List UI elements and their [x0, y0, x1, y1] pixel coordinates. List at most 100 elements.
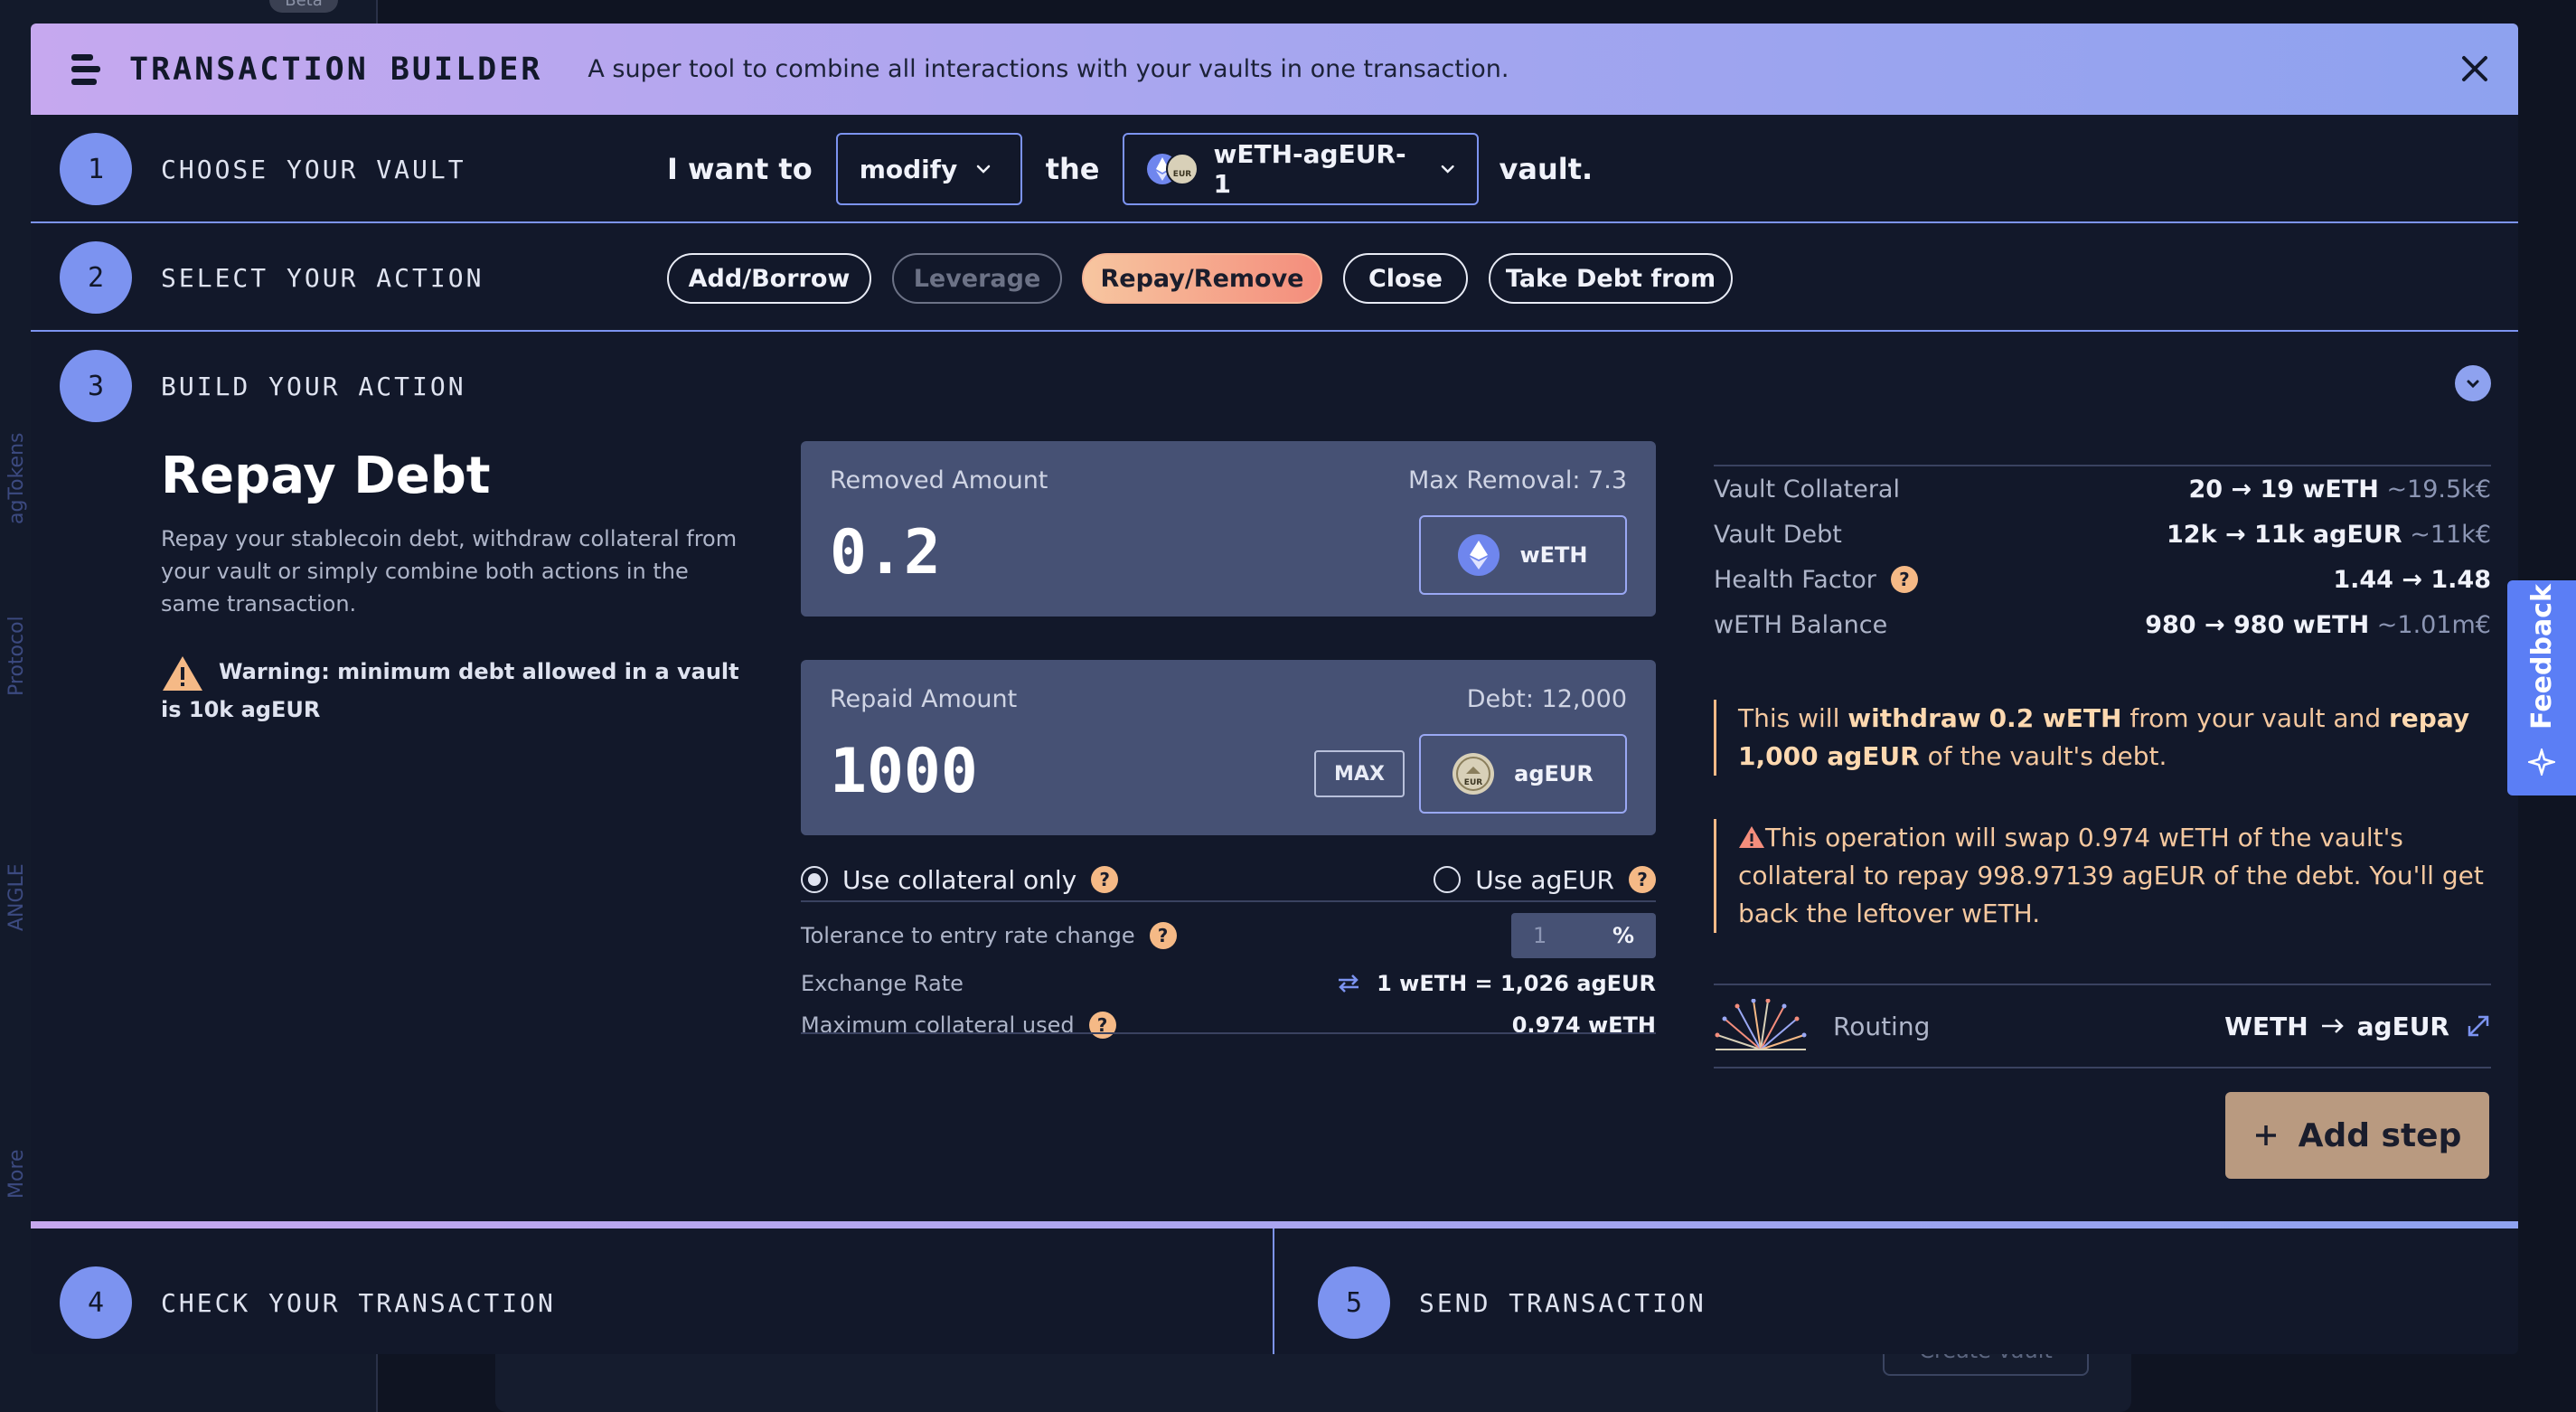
- collateral-only-radio[interactable]: [801, 866, 828, 893]
- action-take-debt[interactable]: Take Debt from: [1489, 253, 1733, 304]
- repaid-amount-input[interactable]: 1000: [830, 736, 978, 807]
- modal-header: TRANSACTION BUILDER A super tool to comb…: [31, 24, 2518, 115]
- vault-dropdown[interactable]: EUR wETH-agEUR-1: [1123, 133, 1480, 205]
- plus-icon: [2255, 1125, 2276, 1145]
- action-close[interactable]: Close: [1343, 253, 1468, 304]
- step-send-transaction: 5 SEND TRANSACTION: [1318, 1266, 2493, 1339]
- step-label-2: SELECT YOUR ACTION: [161, 262, 484, 293]
- step-label-5: SEND TRANSACTION: [1419, 1287, 1706, 1318]
- modal-title: TRANSACTION BUILDER: [129, 51, 543, 88]
- stat-sub: ~19.5k€: [2386, 475, 2491, 504]
- use-ageur-label: Use agEUR: [1475, 864, 1614, 895]
- divider: [31, 221, 2518, 223]
- stat-label: wETH Balance: [1714, 610, 1888, 639]
- chevron-down-icon: [1441, 165, 1454, 174]
- sentence-prefix: I want to: [667, 152, 813, 186]
- stat-weth-balance: wETH Balance 980 → 980 wETH ~1.01m€: [1714, 602, 2491, 647]
- step-number-3: 3: [60, 350, 132, 422]
- close-icon[interactable]: [2457, 51, 2493, 87]
- add-step-button[interactable]: Add step: [2225, 1092, 2489, 1179]
- max-button[interactable]: MAX: [1314, 750, 1405, 797]
- stat-vault-collateral: Vault Collateral 20 → 19 wETH ~19.5k€: [1714, 466, 2491, 512]
- tolerance-input[interactable]: 1 %: [1511, 913, 1656, 958]
- exchange-rate-label: Exchange Rate: [801, 971, 964, 996]
- notice-bold: repay: [2389, 703, 2470, 733]
- step-label-3: BUILD YOUR ACTION: [161, 371, 466, 401]
- min-debt-warning: Warning: minimum debt allowed in a vault…: [161, 659, 739, 722]
- use-ageur-radio[interactable]: [1434, 866, 1462, 893]
- repaid-amount-box: Repaid Amount Debt: 12,000 1000 MAX EUR …: [801, 660, 1656, 835]
- max-removal-label: Max Removal: 7.3: [1407, 466, 1627, 494]
- swap-notice-text: This operation will swap 0.974 wETH of t…: [1738, 823, 2484, 928]
- routing-burst-icon: [1715, 999, 1807, 1050]
- feedback-label: Feedback: [2525, 583, 2558, 730]
- expand-icon[interactable]: [2466, 1013, 2491, 1039]
- stat-value: 20 → 19 wETH: [2188, 475, 2379, 504]
- stat-label: Health Factor: [1714, 565, 1876, 594]
- svg-text:EUR: EUR: [1173, 170, 1191, 179]
- ageur-token-label: agEUR: [1514, 761, 1594, 786]
- tolerance-label: Tolerance to entry rate change: [801, 923, 1135, 948]
- notice-bold: 1,000 agEUR: [1738, 741, 1920, 771]
- action-leverage[interactable]: Leverage: [892, 253, 1062, 304]
- step-build-action: 3 BUILD YOUR ACTION: [31, 350, 2518, 422]
- chevron-down-icon: [976, 165, 991, 174]
- weth-token-button[interactable]: wETH: [1419, 515, 1627, 595]
- routing-from: WETH: [2224, 1011, 2308, 1041]
- removed-amount-input[interactable]: 0.2: [830, 517, 941, 588]
- tolerance-row: Tolerance to entry rate change ? 1 %: [801, 913, 1656, 958]
- max-collateral-row: Maximum collateral used ? 0.974 wETH: [801, 1009, 1656, 1041]
- help-icon[interactable]: ?: [1149, 922, 1177, 949]
- collapse-button[interactable]: [2455, 365, 2491, 401]
- modal-subtitle: A super tool to combine all interactions…: [588, 55, 1509, 83]
- help-icon[interactable]: ?: [1629, 866, 1656, 893]
- notice-text: [1981, 703, 1989, 733]
- divider: [31, 330, 2518, 332]
- notice-text: from your vault and: [2121, 703, 2389, 733]
- menu-icon: [71, 53, 100, 85]
- help-icon[interactable]: ?: [1091, 866, 1119, 893]
- vault-stats: Vault Collateral 20 → 19 wETH ~19.5k€ Va…: [1714, 465, 2491, 647]
- ageur-icon: EUR: [1453, 753, 1495, 795]
- removed-amount-box: Removed Amount Max Removal: 7.3 0.2 wETH: [801, 441, 1656, 617]
- swap-notice: This operation will swap 0.974 wETH of t…: [1714, 819, 2491, 933]
- debt-label: Debt: 12,000: [1466, 685, 1627, 713]
- help-icon[interactable]: ?: [1890, 566, 1918, 593]
- weth-token-label: wETH: [1519, 542, 1588, 568]
- transaction-builder-modal: TRANSACTION BUILDER A super tool to comb…: [31, 24, 2518, 1354]
- stat-health-factor: Health Factor? 1.44 → 1.48: [1714, 557, 2491, 602]
- step-check-transaction: 4 CHECK YOUR TRANSACTION: [31, 1266, 1242, 1339]
- chevron-down-icon: [2467, 380, 2479, 389]
- stat-sub: ~11k€: [2410, 520, 2491, 549]
- action-dropdown[interactable]: modify: [835, 133, 1022, 205]
- step-number-1: 1: [60, 133, 132, 205]
- stat-label: Vault Collateral: [1714, 475, 1900, 504]
- ageur-token-button[interactable]: EUR agEUR: [1419, 734, 1627, 814]
- beta-badge: Beta: [269, 0, 338, 13]
- routing-row: Routing WETH agEUR: [1714, 984, 2491, 1068]
- divider: [1273, 1228, 1274, 1354]
- notice-text: This will: [1738, 703, 1848, 733]
- bottom-bar: [31, 1221, 2518, 1228]
- notice-bold: withdraw: [1847, 703, 1981, 733]
- tolerance-unit: %: [1612, 923, 1634, 948]
- sentence-suffix: vault.: [1499, 152, 1594, 186]
- action-add-borrow[interactable]: Add/Borrow: [667, 253, 871, 304]
- vault-dropdown-value: wETH-agEUR-1: [1213, 139, 1406, 199]
- step-number-5: 5: [1318, 1266, 1390, 1339]
- action-title: Repay Debt: [161, 447, 491, 505]
- swap-arrows-icon[interactable]: [1337, 974, 1360, 993]
- action-repay-remove[interactable]: Repay/Remove: [1082, 253, 1322, 304]
- feedback-tab[interactable]: Feedback: [2507, 580, 2576, 795]
- help-icon[interactable]: ?: [1088, 1012, 1116, 1039]
- collateral-only-label: Use collateral only: [842, 864, 1077, 895]
- repaid-amount-label: Repaid Amount: [830, 685, 1018, 713]
- routing-label: Routing: [1833, 1011, 1931, 1041]
- notice-bold: 0.2 wETH: [1988, 703, 2122, 733]
- notice-text: of the vault's debt.: [1919, 741, 2167, 771]
- add-step-label: Add step: [2298, 1116, 2462, 1154]
- withdraw-notice: This will withdraw 0.2 wETH from your va…: [1714, 700, 2491, 776]
- vault-sentence: I want to modify the EUR wETH-agEUR-1 va…: [667, 133, 1593, 205]
- stat-value: 980 → 980 wETH: [2145, 610, 2370, 639]
- removed-amount-label: Removed Amount: [830, 466, 1048, 494]
